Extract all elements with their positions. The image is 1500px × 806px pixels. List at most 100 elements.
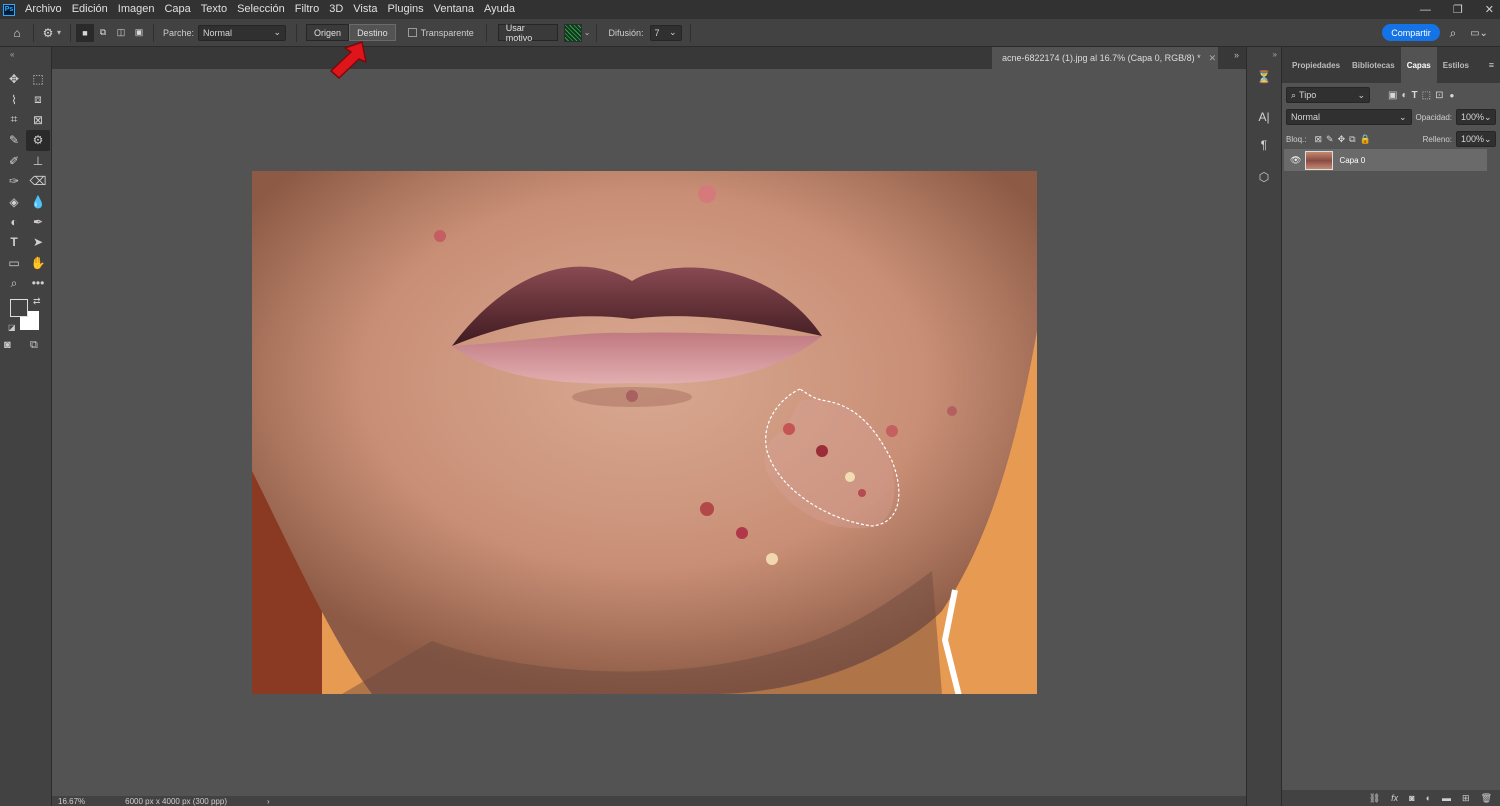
- filter-shape-icon[interactable]: ⬚: [1422, 90, 1431, 101]
- fx-icon[interactable]: fx: [1391, 793, 1398, 803]
- history-icon[interactable]: ⏳: [1254, 67, 1274, 87]
- subtract-selection-icon[interactable]: ◫: [112, 24, 130, 42]
- tab-estilos[interactable]: Estilos: [1437, 47, 1475, 83]
- move-tool-icon[interactable]: ✥: [2, 69, 26, 89]
- tab-propiedades[interactable]: Propiedades: [1286, 47, 1346, 83]
- crop-tool-icon[interactable]: ⌗: [2, 110, 26, 130]
- filter-smart-object-icon[interactable]: ⊡: [1435, 90, 1443, 101]
- lock-artboard-icon[interactable]: ⧉: [1349, 134, 1355, 145]
- lock-all-icon[interactable]: 🔒: [1360, 134, 1371, 145]
- zoom-tool-icon[interactable]: ⌕: [2, 273, 26, 293]
- tab-capas[interactable]: Capas: [1400, 47, 1437, 83]
- rectangle-tool-icon[interactable]: ▭: [2, 253, 26, 273]
- lock-position-icon[interactable]: ✥: [1338, 134, 1346, 145]
- menu-filtro[interactable]: Filtro: [290, 0, 324, 19]
- menu-imagen[interactable]: Imagen: [113, 0, 160, 19]
- filter-toggle-icon[interactable]: ●: [1449, 91, 1454, 100]
- adjustment-layer-icon[interactable]: ◐: [1426, 793, 1431, 803]
- fill-field[interactable]: 100% ⌄: [1456, 131, 1496, 147]
- lock-transparent-icon[interactable]: ⊠: [1314, 134, 1322, 145]
- layer-filter-select[interactable]: ⌕ Tipo ⌄: [1286, 87, 1370, 103]
- pattern-swatch[interactable]: [563, 23, 582, 42]
- lasso-tool-icon[interactable]: ⌇: [2, 89, 26, 109]
- chevron-right-icon[interactable]: ›: [267, 797, 270, 806]
- opacity-field[interactable]: 100% ⌄: [1456, 109, 1496, 125]
- add-mask-icon[interactable]: ◙: [1409, 793, 1414, 803]
- document-image[interactable]: [252, 171, 1037, 694]
- new-selection-icon[interactable]: ■: [76, 23, 95, 42]
- panel-menu-icon[interactable]: ≡: [1489, 60, 1494, 70]
- default-colors-icon[interactable]: ◪: [8, 323, 16, 332]
- pen-tool-icon[interactable]: ✒: [26, 212, 50, 232]
- menu-plugins[interactable]: Plugins: [383, 0, 429, 19]
- menu-seleccion[interactable]: Selección: [232, 0, 290, 19]
- collapse-chevron-icon[interactable]: »: [1247, 47, 1281, 59]
- search-icon[interactable]: ⌕: [1444, 24, 1462, 42]
- quick-mask-icon[interactable]: ◙: [4, 339, 11, 351]
- link-layers-icon[interactable]: ⛓: [1369, 793, 1380, 804]
- screen-mode-icon[interactable]: ⧉: [30, 339, 38, 352]
- expand-panels-icon[interactable]: »: [1234, 50, 1239, 60]
- zoom-level[interactable]: 16.67%: [58, 797, 85, 806]
- swap-colors-icon[interactable]: ⇄: [33, 296, 41, 307]
- diffusion-select[interactable]: 7 ⌄: [649, 24, 682, 41]
- menu-vista[interactable]: Vista: [348, 0, 382, 19]
- group-folder-icon[interactable]: ▬: [1442, 793, 1451, 803]
- home-icon[interactable]: ⌂: [6, 24, 28, 42]
- layer-name[interactable]: Capa 0: [1339, 156, 1365, 165]
- marquee-tool-icon[interactable]: ⬚: [26, 69, 50, 89]
- paragraph-icon[interactable]: ¶: [1254, 135, 1274, 155]
- add-selection-icon[interactable]: ⧉: [94, 24, 112, 42]
- chevron-down-icon[interactable]: ▾: [57, 28, 61, 37]
- lock-pixels-icon[interactable]: ✎: [1326, 134, 1334, 145]
- destination-button[interactable]: Destino: [349, 24, 396, 41]
- filter-pixel-icon[interactable]: ▣: [1388, 90, 1397, 101]
- patch-tool-icon[interactable]: ⚙: [26, 130, 50, 151]
- patch-mode-select[interactable]: Normal ⌄: [198, 24, 287, 41]
- menu-3d[interactable]: 3D: [324, 0, 348, 19]
- trash-icon[interactable]: 🗑: [1481, 793, 1492, 804]
- patch-tool-preset-icon[interactable]: ⚙: [39, 24, 57, 42]
- eraser-tool-icon[interactable]: ⌫: [26, 171, 50, 191]
- menu-ayuda[interactable]: Ayuda: [479, 0, 520, 19]
- eyedropper-tool-icon[interactable]: ✎: [2, 130, 26, 150]
- type-tool-icon[interactable]: T: [2, 232, 26, 252]
- filter-type-icon[interactable]: T: [1412, 90, 1418, 101]
- new-layer-icon[interactable]: ⊞: [1462, 793, 1470, 804]
- history-brush-tool-icon[interactable]: ✑: [2, 171, 26, 191]
- origin-button[interactable]: Origen: [306, 24, 350, 41]
- use-pattern-button[interactable]: Usar motivo: [497, 23, 558, 43]
- path-selection-tool-icon[interactable]: ➤: [26, 232, 50, 252]
- close-tab-icon[interactable]: ✕: [1209, 53, 1217, 64]
- filter-adjustment-icon[interactable]: ◐: [1401, 90, 1407, 101]
- workspace-icon[interactable]: ▭⌄: [1470, 24, 1488, 42]
- dodge-tool-icon[interactable]: ◐: [2, 212, 26, 232]
- 3d-icon[interactable]: ⬡: [1254, 167, 1274, 187]
- paint-bucket-tool-icon[interactable]: ◈: [2, 191, 26, 211]
- eye-icon[interactable]: 👁: [1290, 155, 1301, 166]
- object-selection-tool-icon[interactable]: ⧈: [26, 89, 50, 109]
- character-icon[interactable]: A|: [1254, 107, 1274, 127]
- minimize-icon[interactable]: —: [1420, 4, 1431, 16]
- chevron-down-icon[interactable]: ⌄: [584, 28, 591, 37]
- tab-bibliotecas[interactable]: Bibliotecas: [1346, 47, 1401, 83]
- close-window-icon[interactable]: ✕: [1485, 3, 1494, 16]
- share-button[interactable]: Compartir: [1382, 24, 1440, 41]
- blur-tool-icon[interactable]: 💧: [26, 191, 50, 211]
- intersect-selection-icon[interactable]: ▣: [130, 24, 148, 42]
- collapse-chevron-icon[interactable]: «: [10, 50, 14, 59]
- transparent-checkbox[interactable]: Transparente: [407, 28, 474, 38]
- hand-tool-icon[interactable]: ✋: [26, 253, 50, 273]
- menu-edicion[interactable]: Edición: [67, 0, 113, 19]
- frame-tool-icon[interactable]: ⊠: [26, 110, 50, 130]
- menu-ventana[interactable]: Ventana: [429, 0, 479, 19]
- clone-stamp-tool-icon[interactable]: ⊥: [26, 151, 50, 171]
- brush-tool-icon[interactable]: ✐: [2, 151, 26, 171]
- menu-capa[interactable]: Capa: [159, 0, 195, 19]
- layer-row[interactable]: 👁 Capa 0: [1284, 149, 1487, 171]
- more-tools-icon[interactable]: •••: [26, 273, 50, 293]
- blend-mode-select[interactable]: Normal ⌄: [1286, 109, 1412, 125]
- document-tab[interactable]: acne-6822174 (1).jpg al 16.7% (Capa 0, R…: [992, 47, 1218, 69]
- restore-icon[interactable]: ❐: [1453, 3, 1463, 16]
- menu-texto[interactable]: Texto: [196, 0, 232, 19]
